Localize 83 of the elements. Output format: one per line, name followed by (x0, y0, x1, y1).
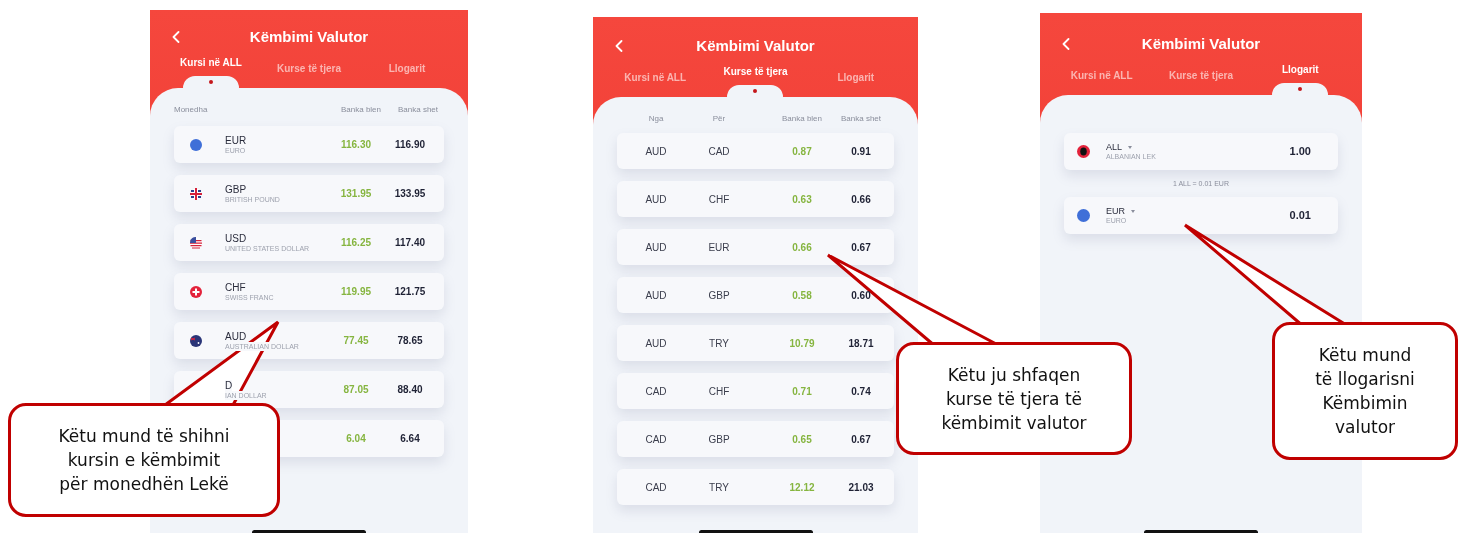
column-header: Për (712, 113, 726, 125)
buy-rate: 77.45 (343, 334, 369, 348)
sell-rate: 116.90 (394, 138, 425, 152)
rate-row[interactable]: CAD TRY 12.12 21.03 (617, 469, 894, 505)
rate-row[interactable]: CAD GBP 0.65 0.67 (617, 421, 894, 457)
screen-title: Këmbimi Valutor (249, 26, 369, 47)
rate-row[interactable]: AUD CHF 0.63 0.66 (617, 181, 894, 217)
rate-row[interactable]: AUD EUR 0.66 0.67 (617, 229, 894, 265)
currency-code: CAD (708, 144, 730, 159)
currency-code: CHF (708, 384, 730, 399)
buy-rate: 119.95 (340, 285, 371, 299)
currency-code: TRY (709, 336, 729, 351)
column-header: Banka blen (341, 104, 381, 116)
callout-text: Këtu mund të llogarisni Këmbimin valutor (1315, 344, 1415, 439)
buy-rate: 0.71 (792, 384, 812, 399)
column-header: Banka shet (398, 104, 438, 116)
sell-rate: 117.40 (394, 236, 425, 250)
buy-rate: 116.30 (340, 138, 371, 152)
caret-icon (1131, 209, 1135, 213)
column-header: Monedha (174, 104, 208, 116)
screen-title: Këmbimi Valutor (696, 35, 815, 56)
buy-rate: 0.87 (792, 144, 812, 159)
sell-rate: 78.65 (397, 334, 423, 348)
currency-code: EUR (708, 240, 730, 255)
buy-rate: 12.12 (789, 480, 815, 495)
currency-code: AUD (645, 336, 667, 351)
amount-value: 1.00 (1289, 144, 1312, 160)
buy-rate: 0.65 (792, 432, 812, 447)
rate-row[interactable]: AUD TRY 10.79 18.71 (617, 325, 894, 361)
currency-code: CAD (645, 432, 667, 447)
back-icon[interactable] (1062, 38, 1070, 50)
sell-rate: 0.66 (851, 192, 871, 207)
buy-rate: 0.58 (792, 288, 812, 303)
sell-rate: 121.75 (394, 285, 426, 299)
currency-code: EUR (1106, 206, 1125, 216)
tab[interactable]: Kursi në ALL (180, 56, 242, 70)
tab[interactable]: Llogarit (1282, 63, 1319, 77)
currency-code: AUD (645, 240, 667, 255)
currency-code: CHF (708, 192, 730, 207)
currency-code: USD (225, 232, 247, 244)
currency-code: AUD (225, 330, 247, 342)
currency-code: EUR (225, 134, 247, 146)
currency-code: TRY (709, 480, 729, 495)
rate-row[interactable]: CAD CHF 0.71 0.74 (617, 373, 894, 409)
sell-rate: 133.95 (394, 187, 426, 201)
sell-rate: 18.71 (848, 336, 874, 351)
callout-text: Këtu ju shfaqen kurse të tjera të këmbimit valutor (941, 363, 1087, 435)
sell-rate: 0.60 (851, 288, 871, 303)
currency-code: AUD (645, 192, 667, 207)
currency-code: CAD (645, 480, 667, 495)
column-header: Nga (648, 113, 664, 125)
sell-rate: 6.64 (400, 432, 420, 446)
rate-row[interactable]: AUD CAD 0.87 0.91 (617, 133, 894, 169)
sell-rate: 21.03 (848, 480, 874, 495)
sell-rate: 0.91 (851, 144, 871, 159)
sell-rate: 0.67 (851, 432, 871, 447)
currency-code: AUD (645, 288, 667, 303)
sell-rate: 88.40 (397, 383, 423, 397)
currency-code: GBP (708, 288, 730, 303)
currency-code: CHF (225, 281, 246, 293)
caret-icon (1128, 145, 1132, 149)
sell-rate: 0.74 (851, 384, 871, 399)
tab[interactable]: Kurse të tjera (723, 65, 788, 79)
buy-rate: 116.25 (340, 236, 371, 250)
amount-value: 0.01 (1289, 208, 1312, 224)
sell-rate: 0.67 (851, 240, 871, 255)
currency-code: GBP (708, 432, 730, 447)
back-icon[interactable] (172, 31, 180, 43)
buy-rate: 10.79 (789, 336, 815, 351)
currency-code: AUD (645, 144, 667, 159)
back-icon[interactable] (615, 40, 623, 52)
currency-code: CAD (645, 384, 667, 399)
currency-code: GBP (225, 183, 247, 195)
currency-code: ALL (1106, 142, 1122, 152)
buy-rate: 6.04 (346, 432, 366, 446)
column-header: Banka shet (841, 113, 881, 125)
buy-rate: 0.66 (792, 240, 812, 255)
buy-rate: 131.95 (340, 187, 372, 201)
column-header: Banka blen (782, 113, 822, 125)
rate-row[interactable]: AUD GBP 0.58 0.60 (617, 277, 894, 313)
screen-title: Këmbimi Valutor (1141, 33, 1261, 54)
buy-rate: 87.05 (343, 383, 369, 397)
buy-rate: 0.63 (792, 192, 812, 207)
